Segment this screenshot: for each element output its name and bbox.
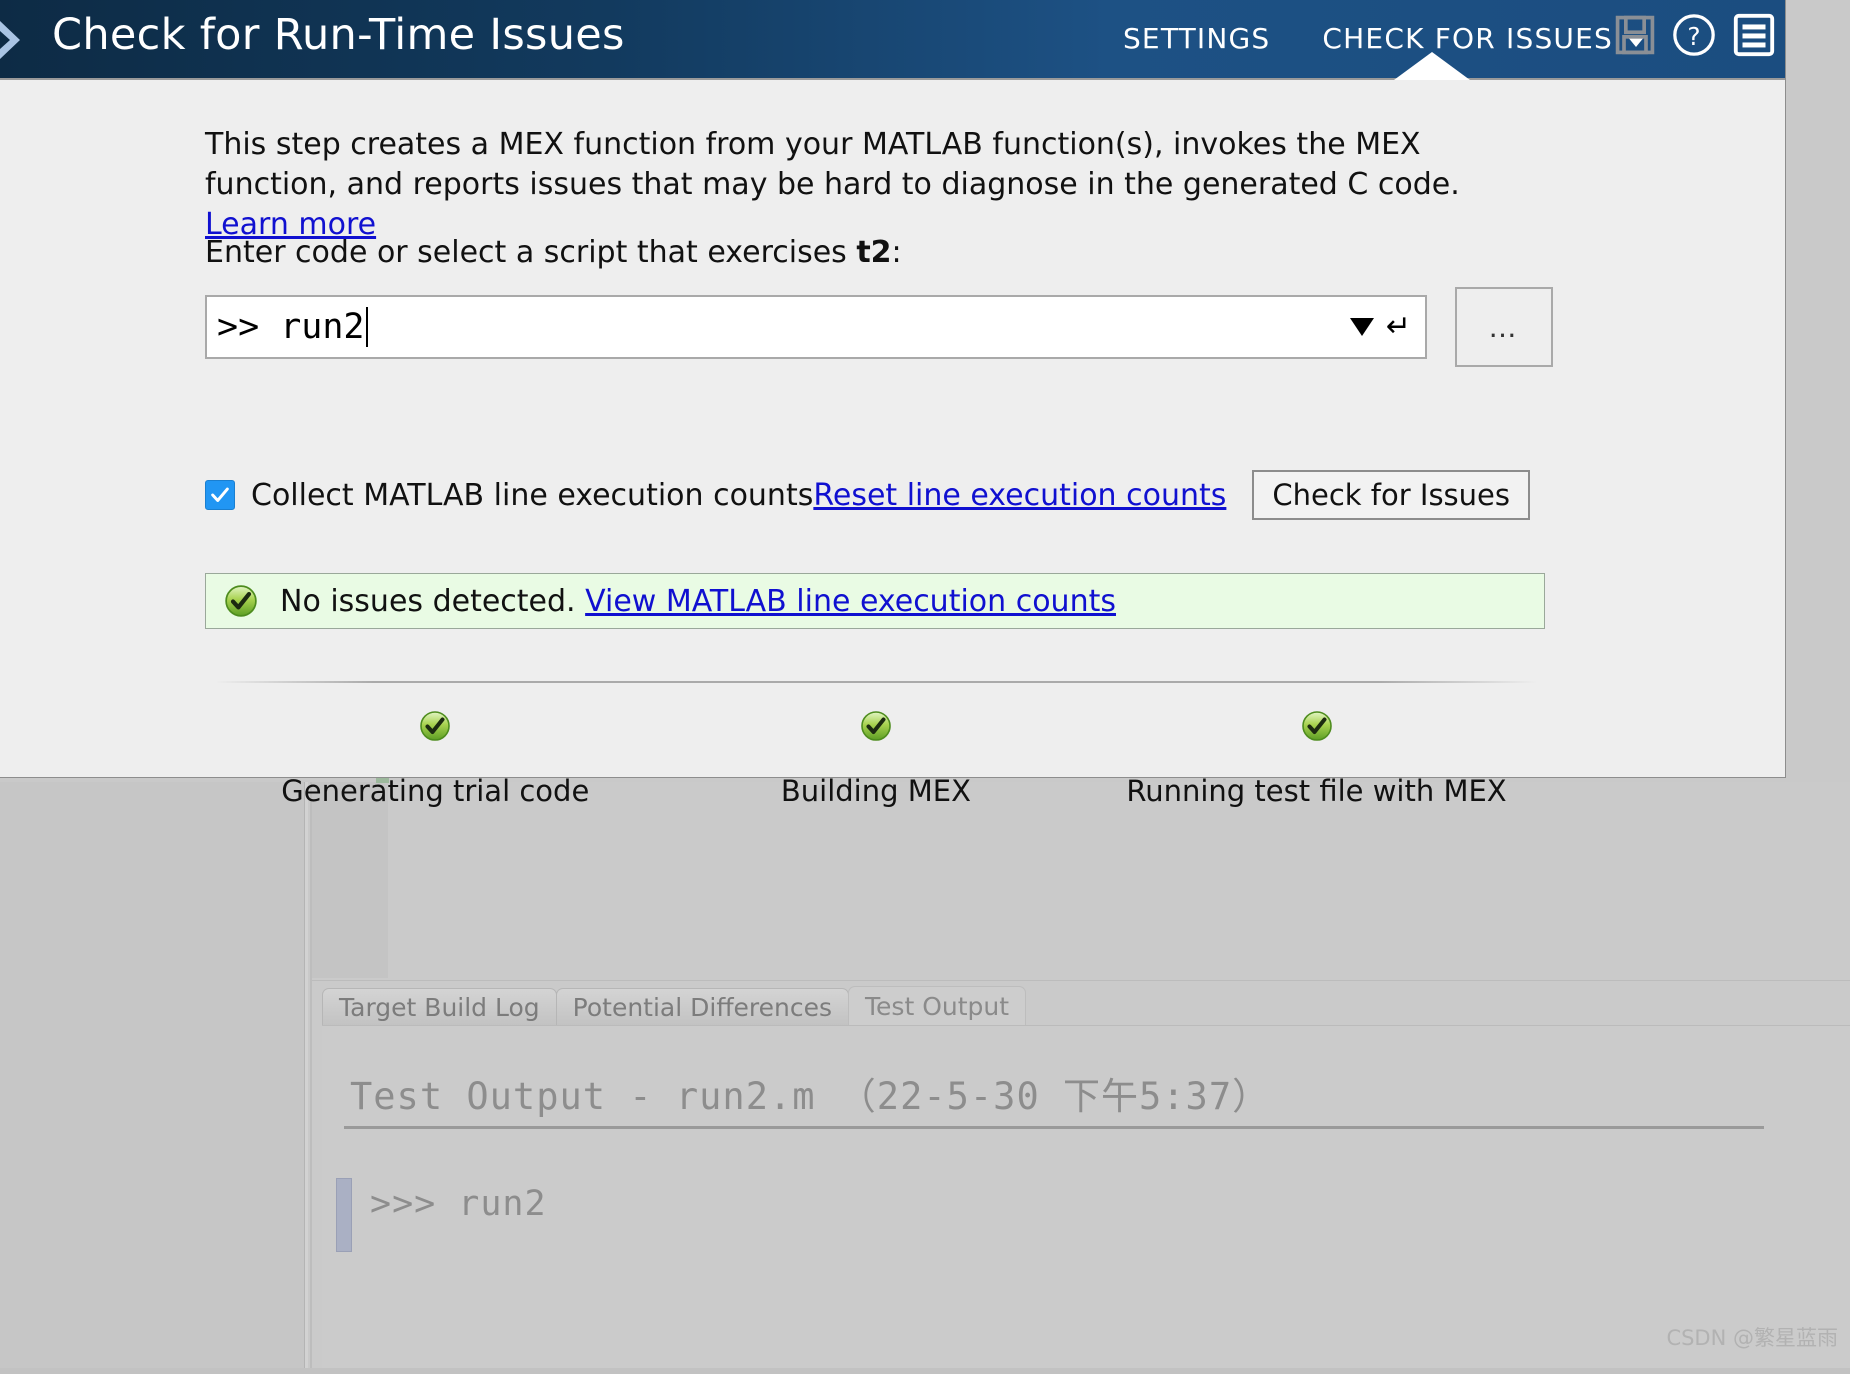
output-command-line: >>> run2 — [370, 1184, 547, 1224]
step-label: Building MEX — [780, 774, 971, 808]
svg-text:?: ? — [1687, 22, 1700, 51]
panel-divider-inner[interactable] — [310, 782, 312, 1374]
banner-message: No issues detected. View MATLAB line exe… — [280, 584, 1116, 619]
browse-script-button[interactable]: … — [1455, 287, 1553, 367]
output-title-rule — [344, 1126, 1764, 1129]
bottom-strip — [0, 1368, 1850, 1374]
tab-test-output[interactable]: Test Output — [848, 986, 1027, 1026]
section-divider — [215, 681, 1537, 683]
step-label: Generating trial code — [281, 774, 590, 808]
code-input-value: >> run2 — [217, 307, 365, 347]
check-for-issues-label: CHECK FOR ISSUES — [1322, 22, 1613, 55]
tab-body-test-output: Test Output - run2.m （22-5-30 下午5:37） >>… — [322, 1025, 1850, 1374]
save-icon[interactable] — [1613, 12, 1657, 62]
status-banner: No issues detected. View MATLAB line exe… — [205, 573, 1545, 629]
checkmark-icon — [211, 487, 229, 502]
tab-target-build-log[interactable]: Target Build Log — [322, 988, 557, 1026]
tab-label: Potential Differences — [572, 993, 833, 1022]
output-gutter-marker — [336, 1178, 352, 1252]
code-prompt-target: t2 — [856, 235, 892, 270]
active-tab-pointer — [1394, 52, 1470, 80]
collect-counts-label: Collect MATLAB line execution counts — [251, 477, 814, 513]
help-icon[interactable]: ? — [1671, 12, 1717, 62]
check-for-issues-button[interactable]: Check for Issues — [1252, 470, 1530, 520]
code-input-row: >> run2 ↵ … — [205, 287, 1553, 367]
chevron-right-icon[interactable] — [0, 18, 30, 62]
collect-counts-checkbox[interactable] — [205, 480, 235, 510]
step-label: Running test file with MEX — [1126, 774, 1507, 808]
app-root: Target Build Log Potential Differences T… — [0, 0, 1850, 1374]
progress-step: Generating trial code — [215, 710, 656, 808]
combobox-tools: ↵ — [1349, 297, 1411, 357]
header-icon-group: ? — [1613, 12, 1777, 62]
banner-message-text: No issues detected. — [280, 583, 586, 619]
settings-label: SETTINGS — [1122, 22, 1271, 55]
options-row: Collect MATLAB line execution counts Res… — [205, 470, 1530, 520]
tab-strip: Target Build Log Potential Differences T… — [322, 986, 1027, 1026]
progress-step: Building MEX — [656, 710, 1097, 808]
reset-line-counts-link[interactable]: Reset line execution counts — [813, 478, 1226, 513]
code-combobox[interactable]: >> run2 ↵ — [205, 295, 1427, 359]
dialog-header: Check for Run-Time Issues SETTINGS CHECK… — [0, 0, 1785, 80]
progress-step: Running test file with MEX — [1096, 710, 1537, 808]
panel-hairline — [312, 980, 1850, 981]
check-runtime-issues-dialog: Check for Run-Time Issues SETTINGS CHECK… — [0, 0, 1786, 808]
panel-divider-outer[interactable] — [305, 782, 308, 1374]
step-description: This step creates a MEX function from yo… — [205, 125, 1525, 245]
page-title: Check for Run-Time Issues — [52, 10, 625, 60]
background-subpanel — [312, 782, 388, 978]
success-check-icon — [224, 584, 258, 618]
view-line-counts-link[interactable]: View MATLAB line execution counts — [585, 584, 1116, 619]
code-prompt-suffix: : — [891, 235, 902, 270]
step-success-icon — [215, 710, 656, 746]
step-success-icon — [1096, 710, 1537, 746]
code-prompt-label: Enter code or select a script that exerc… — [205, 235, 902, 270]
step-description-text: This step creates a MEX function from yo… — [205, 127, 1460, 202]
watermark: CSDN @繁星蓝雨 — [1666, 1326, 1838, 1350]
code-prompt-prefix: Enter code or select a script that exerc… — [205, 235, 857, 270]
tab-label: Test Output — [865, 992, 1010, 1021]
progress-steps: Generating trial code Building MEX Runni… — [215, 710, 1537, 808]
chevron-down-icon[interactable] — [1349, 318, 1374, 336]
return-arrow-icon[interactable]: ↵ — [1386, 312, 1411, 342]
text-cursor — [365, 307, 368, 347]
step-success-icon — [656, 710, 1097, 746]
background-left-panel — [0, 782, 305, 1374]
output-title: Test Output - run2.m （22-5-30 下午5:37） — [350, 1075, 1271, 1118]
options-row-actions: Reset line execution counts Check for Is… — [813, 470, 1530, 520]
tab-potential-differences[interactable]: Potential Differences — [555, 988, 850, 1026]
header-actions: SETTINGS CHECK FOR ISSUES — [1123, 22, 1645, 55]
settings-button[interactable]: SETTINGS — [1123, 22, 1270, 55]
menu-icon[interactable] — [1731, 12, 1777, 62]
tab-label: Target Build Log — [339, 993, 540, 1022]
check-for-issues-menu[interactable]: CHECK FOR ISSUES — [1322, 22, 1645, 55]
output-tab-panel: Target Build Log Potential Differences T… — [322, 986, 1850, 1374]
